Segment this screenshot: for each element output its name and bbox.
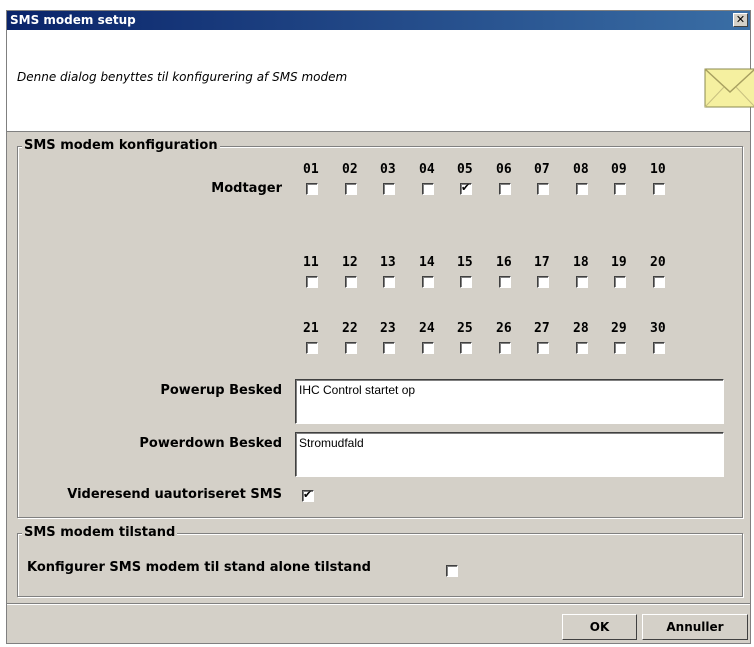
receiver-number: 20	[650, 255, 666, 270]
close-button[interactable]: ✕	[733, 13, 748, 27]
state-group-title: SMS modem tilstand	[22, 525, 178, 540]
receiver-number: 11	[303, 255, 319, 270]
receiver-checkbox[interactable]	[460, 181, 472, 195]
receiver-number: 08	[573, 162, 589, 177]
receiver-number: 22	[342, 321, 358, 336]
receiver-number: 02	[342, 162, 358, 177]
receiver-number: 18	[573, 255, 589, 270]
receiver-number: 05	[457, 162, 473, 177]
close-icon: ✕	[735, 13, 746, 26]
standalone-checkbox[interactable]	[446, 565, 458, 577]
receiver-number: 13	[380, 255, 396, 270]
receiver-checkbox[interactable]	[614, 183, 626, 195]
footer-separator	[7, 603, 750, 605]
title-bar[interactable]: SMS modem setup ✕	[7, 11, 750, 30]
dialog-description: Denne dialog benyttes til konfigurering …	[17, 70, 348, 84]
receiver-number: 09	[611, 162, 627, 177]
receiver-checkbox[interactable]	[383, 183, 395, 195]
receiver-checkbox[interactable]	[537, 183, 549, 195]
receiver-checkbox[interactable]	[306, 183, 318, 195]
receiver-checkbox[interactable]	[422, 342, 434, 354]
receiver-number: 19	[611, 255, 627, 270]
receiver-number: 03	[380, 162, 396, 177]
receiver-checkbox[interactable]	[614, 342, 626, 354]
window-title: SMS modem setup	[10, 13, 136, 27]
receiver-number: 14	[419, 255, 435, 270]
standalone-label: Konfigurer SMS modem til stand alone til…	[27, 560, 371, 575]
receiver-number: 23	[380, 321, 396, 336]
receiver-checkbox[interactable]	[576, 183, 588, 195]
receiver-checkbox[interactable]	[345, 342, 357, 354]
powerdown-message-input[interactable]: Stromudfald	[295, 432, 724, 477]
ok-button[interactable]: OK	[562, 614, 637, 640]
receiver-number: 30	[650, 321, 666, 336]
receiver-checkbox[interactable]	[306, 342, 318, 354]
receiver-number: 24	[419, 321, 435, 336]
sms-modem-setup-dialog: SMS modem setup ✕ Denne dialog benyttes …	[6, 10, 754, 644]
receiver-number: 15	[457, 255, 473, 270]
receiver-number: 01	[303, 162, 319, 177]
receiver-checkbox[interactable]	[345, 183, 357, 195]
receiver-number: 17	[534, 255, 550, 270]
receiver-checkbox[interactable]	[653, 276, 665, 288]
receiver-number: 26	[496, 321, 512, 336]
receiver-number: 28	[573, 321, 589, 336]
receiver-number: 10	[650, 162, 666, 177]
receiver-checkbox[interactable]	[653, 183, 665, 195]
receiver-number: 29	[611, 321, 627, 336]
receiver-number: 16	[496, 255, 512, 270]
receiver-checkbox[interactable]	[422, 276, 434, 288]
forward-sms-label: Videresend uautoriseret SMS	[67, 487, 282, 502]
receiver-checkbox[interactable]	[653, 342, 665, 354]
receiver-label: Modtager	[211, 181, 282, 196]
receiver-checkbox[interactable]	[499, 342, 511, 354]
receiver-number: 25	[457, 321, 473, 336]
receiver-checkbox[interactable]	[306, 276, 318, 288]
forward-sms-checkbox[interactable]	[302, 488, 314, 502]
receiver-checkbox[interactable]	[383, 342, 395, 354]
powerup-label: Powerup Besked	[160, 383, 282, 398]
receiver-checkbox[interactable]	[499, 276, 511, 288]
receiver-checkbox[interactable]	[576, 276, 588, 288]
receiver-number: 12	[342, 255, 358, 270]
receiver-number: 04	[419, 162, 435, 177]
receiver-checkbox[interactable]	[537, 276, 549, 288]
receiver-checkbox[interactable]	[576, 342, 588, 354]
cancel-button[interactable]: Annuller	[642, 614, 748, 640]
powerdown-label: Powerdown Besked	[139, 436, 282, 451]
receiver-number: 27	[534, 321, 550, 336]
receiver-checkbox[interactable]	[460, 276, 472, 288]
receiver-number: 21	[303, 321, 319, 336]
receiver-checkbox[interactable]	[422, 183, 434, 195]
receiver-checkbox[interactable]	[614, 276, 626, 288]
powerup-message-input[interactable]: IHC Control startet op	[295, 379, 724, 424]
receiver-number: 06	[496, 162, 512, 177]
receiver-checkbox[interactable]	[345, 276, 357, 288]
receiver-number: 07	[534, 162, 550, 177]
config-group-title: SMS modem konfiguration	[22, 138, 220, 153]
envelope-icon	[704, 68, 754, 108]
dialog-header: Denne dialog benyttes til konfigurering …	[7, 30, 754, 132]
receiver-checkbox[interactable]	[499, 183, 511, 195]
receiver-checkbox[interactable]	[383, 276, 395, 288]
receiver-checkbox[interactable]	[460, 342, 472, 354]
receiver-checkbox[interactable]	[537, 342, 549, 354]
